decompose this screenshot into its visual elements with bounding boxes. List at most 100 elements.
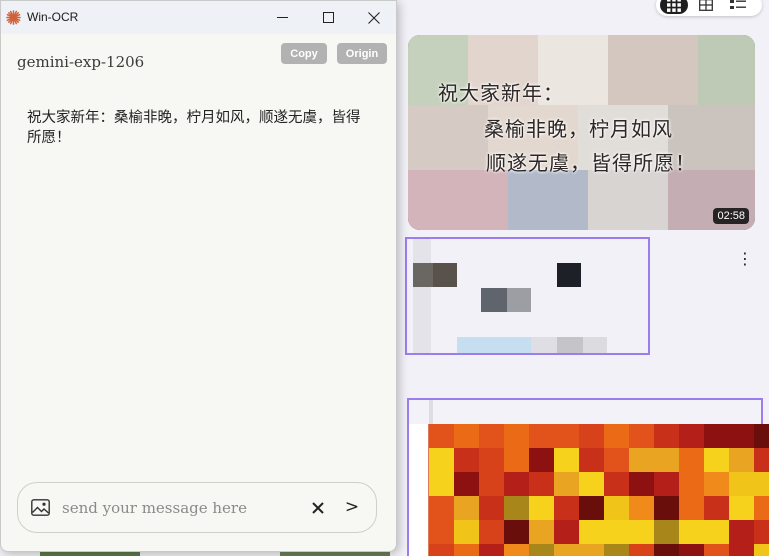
pixel-cell xyxy=(554,424,579,448)
pixel-cell xyxy=(479,448,504,472)
send-icon: > xyxy=(344,497,360,517)
pixel-cell xyxy=(654,472,679,496)
maximize-button[interactable] xyxy=(305,1,351,34)
pixel-cell xyxy=(629,472,654,496)
pixel-cell xyxy=(629,520,654,544)
pixel-cell xyxy=(454,472,479,496)
pixel-cell xyxy=(479,424,504,448)
pixel-cell xyxy=(454,520,479,544)
pixel-cell xyxy=(604,424,629,448)
blurred-region xyxy=(583,337,607,353)
pixel-cell xyxy=(504,424,529,448)
pixel-cell xyxy=(529,448,554,472)
window-title: Win-OCR xyxy=(27,10,79,24)
blurred-region xyxy=(481,288,507,312)
pixel-cell xyxy=(729,448,754,472)
blurred-region xyxy=(557,263,581,287)
blurred-region xyxy=(409,400,761,424)
pixel-cell xyxy=(479,496,504,520)
pixel-cell xyxy=(479,472,504,496)
pixel-cell xyxy=(504,496,529,520)
pixel-cell xyxy=(629,496,654,520)
ocr-result-text: 祝大家新年：桑榆非晚，柠月如风，顺遂无虞，皆得所愿！ xyxy=(27,110,361,146)
pixel-cell xyxy=(604,520,629,544)
blurred-region xyxy=(413,263,433,287)
pixel-cell xyxy=(679,496,704,520)
blurred-region xyxy=(433,263,457,287)
pixel-cell xyxy=(704,472,729,496)
pixel-cell xyxy=(704,496,729,520)
blurred-region xyxy=(507,288,531,312)
pixel-cell xyxy=(579,448,604,472)
send-button[interactable]: > xyxy=(341,494,363,520)
thumbnail-caption-line: 桑榆非晚，柠月如风 xyxy=(484,117,673,141)
minimize-button[interactable] xyxy=(259,1,305,34)
card-view-icon[interactable] xyxy=(692,0,720,14)
thumbnail-caption-line: 顺遂无虞，皆得所愿！ xyxy=(486,151,696,175)
minimize-icon xyxy=(276,17,288,18)
view-toggle[interactable] xyxy=(656,0,762,16)
pixel-cell xyxy=(529,520,554,544)
win-ocr-window: Win-OCR gemini-exp-1206 Copy Origin 祝大家新… xyxy=(0,0,397,552)
pixel-cell xyxy=(654,424,679,448)
blurred-region xyxy=(429,400,433,424)
close-button[interactable] xyxy=(351,1,396,34)
pixel-cell xyxy=(729,496,754,520)
more-options-button[interactable]: ⋮ xyxy=(737,251,753,268)
video-duration-badge: 02:58 xyxy=(713,208,749,224)
pixel-cell xyxy=(429,544,454,556)
pixel-cell xyxy=(504,520,529,544)
pixel-cell xyxy=(554,472,579,496)
pixel-cell xyxy=(604,472,629,496)
pixel-cell xyxy=(429,424,454,448)
pixel-cell xyxy=(579,424,604,448)
pixel-gutter xyxy=(409,424,429,556)
list-view-icon[interactable] xyxy=(724,0,752,14)
pixel-cell xyxy=(679,448,704,472)
copy-button[interactable]: Copy xyxy=(281,43,327,64)
pixel-cell xyxy=(554,520,579,544)
thumbnail-caption-line: 祝大家新年： xyxy=(438,81,564,105)
pixel-cell xyxy=(754,520,769,544)
pixel-cell xyxy=(504,472,529,496)
pixel-cell xyxy=(654,496,679,520)
clear-button[interactable] xyxy=(307,497,329,519)
pixel-cell xyxy=(454,496,479,520)
pixel-cell xyxy=(704,520,729,544)
pixel-cell xyxy=(554,544,579,556)
pixel-cell xyxy=(504,544,529,556)
video-thumbnail[interactable]: 祝大家新年： 桑榆非晚，柠月如风 顺遂无虞，皆得所愿！ 02:58 xyxy=(408,35,755,230)
pixel-cell xyxy=(729,520,754,544)
pixel-cell xyxy=(579,472,604,496)
pixel-cell xyxy=(529,424,554,448)
pixel-cell xyxy=(729,472,754,496)
close-icon xyxy=(368,11,380,24)
grid-view-icon[interactable] xyxy=(660,0,688,14)
pixel-cell xyxy=(604,448,629,472)
pixel-cell xyxy=(704,424,729,448)
pixel-cell xyxy=(754,424,769,448)
pixel-cell xyxy=(704,448,729,472)
pixel-cell xyxy=(504,448,529,472)
origin-button[interactable]: Origin xyxy=(337,43,387,64)
pixel-cell xyxy=(579,544,604,556)
blurred-region xyxy=(531,337,557,353)
message-input[interactable] xyxy=(62,496,302,520)
pixel-cell xyxy=(679,472,704,496)
pixel-cell xyxy=(529,496,554,520)
pixel-cell xyxy=(554,496,579,520)
image-icon[interactable] xyxy=(31,499,50,516)
pixel-cell xyxy=(454,424,479,448)
pixel-cell xyxy=(604,544,629,556)
maximize-icon xyxy=(322,12,334,23)
message-bar: > xyxy=(17,482,377,533)
pixel-cell xyxy=(754,544,769,556)
pixel-cell xyxy=(604,496,629,520)
blurred-region xyxy=(413,239,431,353)
pixel-cell xyxy=(754,496,769,520)
pixel-cell xyxy=(629,448,654,472)
pixel-cell xyxy=(429,520,454,544)
pixel-cell xyxy=(654,520,679,544)
title-bar[interactable]: Win-OCR xyxy=(1,1,396,34)
pixel-cell xyxy=(679,544,704,556)
